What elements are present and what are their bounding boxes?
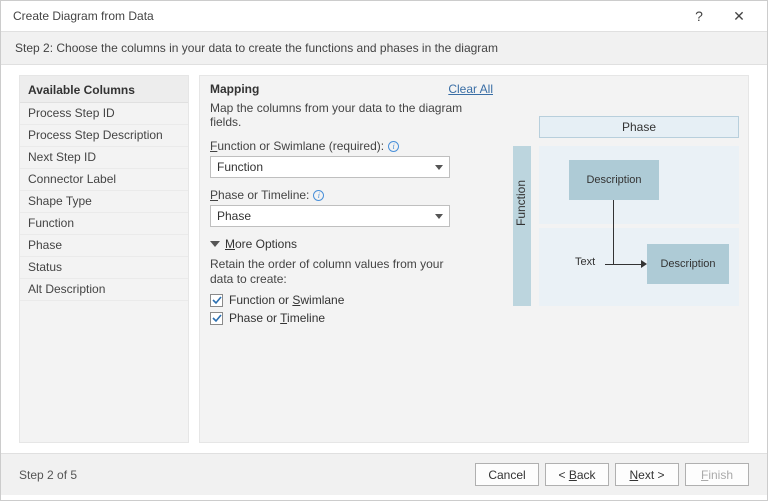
- wizard-footer: Step 2 of 5 Cancel < Back Next > Finish: [1, 453, 767, 495]
- help-button[interactable]: ?: [679, 2, 719, 30]
- mapping-intro: Map the columns from your data to the di…: [210, 101, 493, 129]
- back-button[interactable]: < Back: [545, 463, 609, 486]
- window-title: Create Diagram from Data: [13, 9, 679, 23]
- finish-button[interactable]: Finish: [685, 463, 749, 486]
- available-columns-header: Available Columns: [20, 76, 188, 103]
- preview-connector: [605, 264, 645, 265]
- list-item[interactable]: Process Step ID: [20, 103, 188, 125]
- info-icon[interactable]: i: [388, 141, 399, 152]
- preview-function-label: Function: [514, 173, 528, 233]
- checkbox-icon: [210, 294, 223, 307]
- list-item[interactable]: Next Step ID: [20, 147, 188, 169]
- info-icon[interactable]: i: [313, 190, 324, 201]
- diagram-preview: Phase Function Description Text Descript…: [503, 76, 748, 442]
- close-button[interactable]: ✕: [719, 2, 759, 30]
- step-description: Step 2: Choose the columns in your data …: [1, 31, 767, 65]
- function-dropdown[interactable]: Function: [210, 156, 450, 178]
- dialog-body: Available Columns Process Step ID Proces…: [1, 65, 767, 453]
- chevron-down-icon: [435, 165, 443, 170]
- mapping-panel: Mapping Clear All Map the columns from y…: [199, 75, 749, 443]
- checkbox-phase-timeline[interactable]: Phase or Timeline: [210, 311, 493, 325]
- function-value: Function: [217, 160, 263, 174]
- function-label: Function or Swimlane (required): i: [210, 139, 493, 153]
- list-item[interactable]: Phase: [20, 235, 188, 257]
- preview-connector-label: Text: [575, 256, 595, 268]
- list-item[interactable]: Process Step Description: [20, 125, 188, 147]
- checkbox-icon: [210, 312, 223, 325]
- phase-dropdown[interactable]: Phase: [210, 205, 450, 227]
- step-count: Step 2 of 5: [19, 468, 475, 482]
- cancel-button[interactable]: Cancel: [475, 463, 539, 486]
- retain-label: Retain the order of column values from y…: [210, 257, 470, 287]
- chevron-down-icon: [435, 214, 443, 219]
- preview-phase-header: Phase: [539, 116, 739, 138]
- triangle-down-icon: [210, 241, 220, 247]
- list-item[interactable]: Shape Type: [20, 191, 188, 213]
- more-options-toggle[interactable]: More Options: [210, 237, 493, 251]
- list-item[interactable]: Function: [20, 213, 188, 235]
- list-item[interactable]: Connector Label: [20, 169, 188, 191]
- preview-connector: [613, 200, 614, 265]
- mapping-form: Mapping Clear All Map the columns from y…: [200, 76, 503, 442]
- list-item[interactable]: Status: [20, 257, 188, 279]
- checkbox-function-swimlane[interactable]: Function or Swimlane: [210, 293, 493, 307]
- available-columns-panel: Available Columns Process Step ID Proces…: [19, 75, 189, 443]
- phase-value: Phase: [217, 209, 251, 223]
- preview-shape: Description: [569, 160, 659, 200]
- clear-all-link[interactable]: Clear All: [448, 82, 493, 96]
- next-button[interactable]: Next >: [615, 463, 679, 486]
- preview-shape: Description: [647, 244, 729, 284]
- mapping-header: Mapping: [210, 82, 448, 96]
- title-bar: Create Diagram from Data ? ✕: [1, 1, 767, 31]
- phase-label: Phase or Timeline: i: [210, 188, 493, 202]
- list-item[interactable]: Alt Description: [20, 279, 188, 301]
